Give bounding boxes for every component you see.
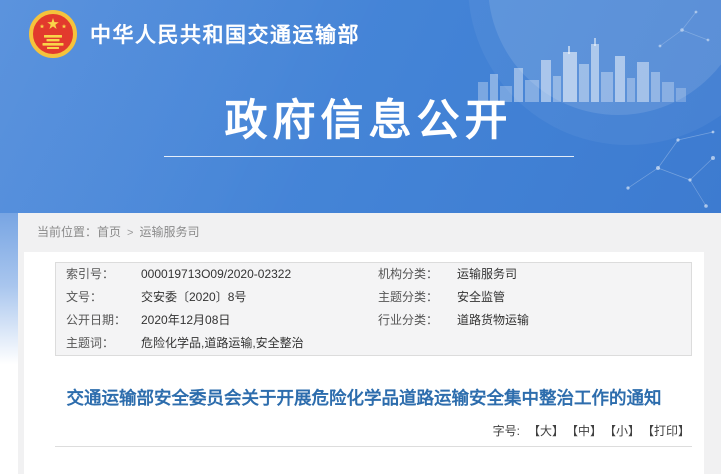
meta-value: 2020年12月08日 bbox=[141, 309, 378, 332]
meta-label: 机构分类： bbox=[378, 263, 457, 286]
page-background-strip bbox=[0, 213, 18, 474]
content-shell: 当前位置：首页 > 运输服务司 索引号： 000019713O09/2020-023… bbox=[18, 213, 721, 474]
document-meta-table: 索引号： 000019713O09/2020-02322 机构分类： 运输服务司… bbox=[55, 262, 692, 356]
meta-label: 文号： bbox=[56, 286, 141, 309]
meta-value-empty bbox=[457, 332, 691, 355]
meta-label: 主题词： bbox=[56, 332, 141, 355]
font-small-button[interactable]: 【小】 bbox=[610, 424, 640, 438]
article-panel: 索引号： 000019713O09/2020-02322 机构分类： 运输服务司… bbox=[24, 252, 704, 474]
font-large-button[interactable]: 【大】 bbox=[528, 424, 564, 438]
meta-value: 000019713O09/2020-02322 bbox=[141, 263, 378, 286]
meta-label: 索引号： bbox=[56, 263, 141, 286]
breadcrumb-label: 当前位置： bbox=[37, 225, 97, 239]
meta-label: 行业分类： bbox=[378, 309, 457, 332]
font-size-label: 字号: bbox=[493, 424, 520, 438]
meta-label: 主题分类： bbox=[378, 286, 457, 309]
page: 中华人民共和国交通运输部 政府信息公开 当前位置：首页 > 运输服务司 索引号： 0… bbox=[0, 0, 721, 474]
breadcrumb: 当前位置：首页 > 运输服务司 bbox=[18, 213, 721, 252]
breadcrumb-home-link[interactable]: 首页 bbox=[97, 225, 121, 239]
font-medium-button[interactable]: 【中】 bbox=[572, 424, 602, 438]
national-emblem-logo bbox=[28, 9, 78, 59]
meta-value: 运输服务司 bbox=[457, 263, 691, 286]
site-header: 中华人民共和国交通运输部 政府信息公开 bbox=[0, 0, 721, 213]
banner-title: 政府信息公开 bbox=[8, 86, 721, 148]
meta-value: 安全监管 bbox=[457, 286, 691, 309]
meta-value: 危险化学品,道路运输,安全整治 bbox=[141, 332, 378, 355]
ministry-name: 中华人民共和国交通运输部 bbox=[90, 19, 360, 49]
breadcrumb-separator: > bbox=[127, 227, 133, 239]
document-title: 交通运输部安全委员会关于开展危险化学品道路运输安全集中整治工作的通知 bbox=[64, 386, 664, 410]
breadcrumb-section-link[interactable]: 运输服务司 bbox=[139, 225, 199, 239]
meta-label-empty bbox=[378, 332, 457, 355]
font-size-toolbar: 字号: 【大】【中】【小】【打印】 bbox=[24, 422, 704, 439]
banner-underline bbox=[164, 156, 574, 157]
site-brand: 中华人民共和国交通运输部 bbox=[0, 0, 721, 59]
meta-label: 公开日期： bbox=[56, 309, 141, 332]
bottom-divider bbox=[55, 446, 692, 447]
print-button[interactable]: 【打印】 bbox=[648, 424, 690, 438]
meta-value: 道路货物运输 bbox=[457, 309, 691, 332]
meta-value: 交安委〔2020〕8号 bbox=[141, 286, 378, 309]
